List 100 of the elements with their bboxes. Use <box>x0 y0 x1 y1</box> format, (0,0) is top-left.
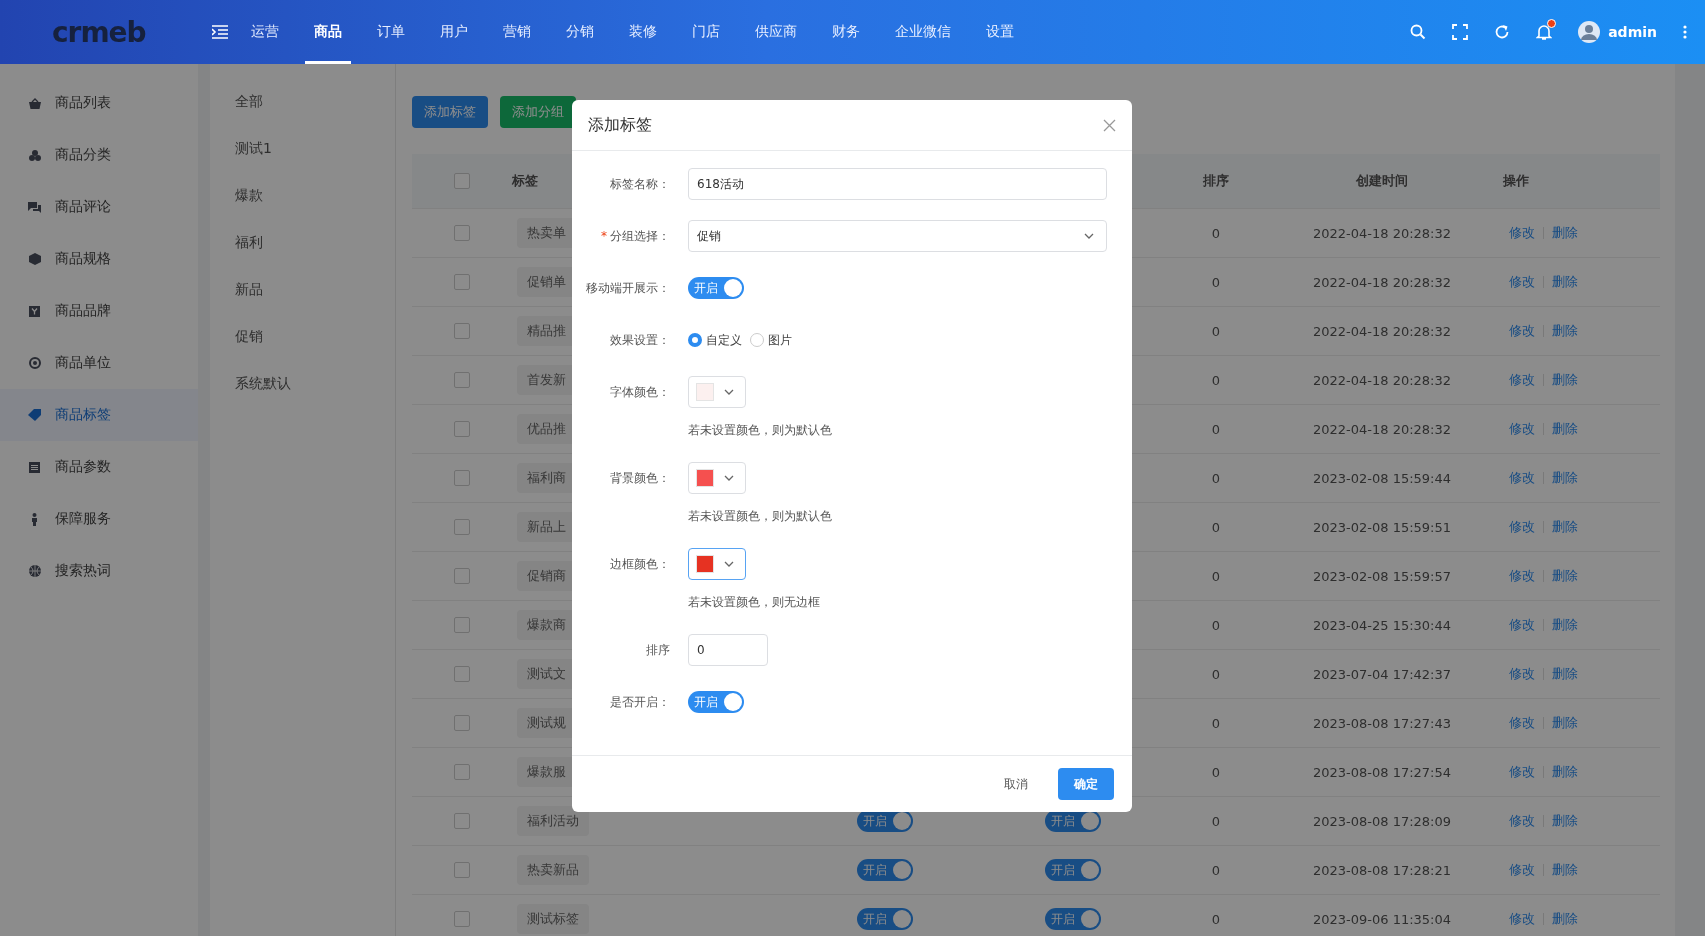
delete-link[interactable]: 删除 <box>1552 616 1578 634</box>
edit-link[interactable]: 修改 <box>1509 910 1535 928</box>
checkbox[interactable] <box>454 911 470 927</box>
delete-link[interactable]: 删除 <box>1552 322 1578 340</box>
nav-tab[interactable]: 订单 <box>368 0 414 64</box>
edit-link[interactable]: 修改 <box>1509 322 1535 340</box>
search-icon[interactable] <box>1410 24 1427 40</box>
toggle-switch[interactable]: 开启 <box>857 908 913 930</box>
sidebar-item[interactable]: 商品分类 <box>0 129 198 181</box>
checkbox[interactable] <box>454 715 470 731</box>
radio-button[interactable] <box>688 333 702 347</box>
color-picker[interactable] <box>688 548 746 580</box>
delete-link[interactable]: 删除 <box>1552 420 1578 438</box>
more-icon[interactable] <box>1683 25 1687 39</box>
checkbox[interactable] <box>454 470 470 486</box>
delete-link[interactable]: 删除 <box>1552 910 1578 928</box>
checkbox[interactable] <box>454 764 470 780</box>
group-item[interactable]: 全部 <box>210 90 263 137</box>
checkbox[interactable] <box>454 421 470 437</box>
toggle-switch[interactable]: 开启 <box>857 859 913 881</box>
select-field[interactable]: 促销 <box>688 220 1107 252</box>
add-button[interactable]: 添加标签 <box>412 96 488 128</box>
checkbox[interactable] <box>454 173 470 189</box>
user-name[interactable]: admin <box>1608 24 1657 40</box>
edit-link[interactable]: 修改 <box>1509 714 1535 732</box>
confirm-button[interactable]: 确定 <box>1058 768 1114 800</box>
delete-link[interactable]: 删除 <box>1552 665 1578 683</box>
checkbox[interactable] <box>454 372 470 388</box>
edit-link[interactable]: 修改 <box>1509 371 1535 389</box>
checkbox[interactable] <box>454 568 470 584</box>
toggle-switch[interactable]: 开启 <box>1045 810 1101 832</box>
nav-tab[interactable]: 财务 <box>823 0 869 64</box>
group-item[interactable]: 系统默认 <box>210 372 291 419</box>
sidebar-item[interactable]: 搜索热词 <box>0 545 198 597</box>
edit-link[interactable]: 修改 <box>1509 567 1535 585</box>
toggle-switch[interactable]: 开启 <box>688 691 744 713</box>
fullscreen-icon[interactable] <box>1452 24 1469 40</box>
edit-link[interactable]: 修改 <box>1509 224 1535 242</box>
menu-icon[interactable] <box>212 25 228 39</box>
sidebar-item[interactable]: 商品单位 <box>0 337 198 389</box>
delete-link[interactable]: 删除 <box>1552 469 1578 487</box>
radio-option[interactable]: 自定义 <box>688 331 742 349</box>
nav-tab[interactable]: 设置 <box>977 0 1023 64</box>
sidebar-item[interactable]: 商品品牌 <box>0 285 198 337</box>
group-item[interactable]: 测试1 <box>210 137 272 184</box>
checkbox[interactable] <box>454 666 470 682</box>
delete-link[interactable]: 删除 <box>1552 224 1578 242</box>
bell-icon[interactable] <box>1536 23 1553 41</box>
toggle-switch[interactable]: 开启 <box>1045 908 1101 930</box>
add-button[interactable]: 添加分组 <box>500 96 576 128</box>
nav-tab[interactable]: 用户 <box>431 0 477 64</box>
sidebar-item[interactable]: 商品评论 <box>0 181 198 233</box>
number-field[interactable]: 0 <box>688 634 768 666</box>
delete-link[interactable]: 删除 <box>1552 812 1578 830</box>
checkbox[interactable] <box>454 519 470 535</box>
edit-link[interactable]: 修改 <box>1509 273 1535 291</box>
close-icon[interactable] <box>1103 118 1116 132</box>
radio-option[interactable]: 图片 <box>750 331 792 349</box>
delete-link[interactable]: 删除 <box>1552 567 1578 585</box>
sidebar-item[interactable]: 商品参数 <box>0 441 198 493</box>
checkbox[interactable] <box>454 862 470 878</box>
delete-link[interactable]: 删除 <box>1552 371 1578 389</box>
toggle-switch[interactable]: 开启 <box>857 810 913 832</box>
checkbox[interactable] <box>454 617 470 633</box>
edit-link[interactable]: 修改 <box>1509 518 1535 536</box>
nav-tab[interactable]: 企业微信 <box>886 0 960 64</box>
group-item[interactable]: 福利 <box>210 231 263 278</box>
nav-tab[interactable]: 分销 <box>557 0 603 64</box>
delete-link[interactable]: 删除 <box>1552 273 1578 291</box>
edit-link[interactable]: 修改 <box>1509 616 1535 634</box>
logo[interactable]: crmeb <box>52 15 144 49</box>
checkbox[interactable] <box>454 225 470 241</box>
refresh-icon[interactable] <box>1494 24 1511 40</box>
group-item[interactable]: 新品 <box>210 278 263 325</box>
nav-tab[interactable]: 供应商 <box>746 0 806 64</box>
group-item[interactable]: 爆款 <box>210 184 263 231</box>
delete-link[interactable]: 删除 <box>1552 714 1578 732</box>
nav-tab[interactable]: 营销 <box>494 0 540 64</box>
nav-tab[interactable]: 门店 <box>683 0 729 64</box>
sidebar-item[interactable]: 商品规格 <box>0 233 198 285</box>
edit-link[interactable]: 修改 <box>1509 812 1535 830</box>
nav-tab[interactable]: 装修 <box>620 0 666 64</box>
sidebar-item[interactable]: 商品标签 <box>0 389 198 441</box>
sidebar-item[interactable]: 商品列表 <box>0 77 198 129</box>
nav-tab[interactable]: 运营 <box>242 0 288 64</box>
radio-button[interactable] <box>750 333 764 347</box>
edit-link[interactable]: 修改 <box>1509 420 1535 438</box>
edit-link[interactable]: 修改 <box>1509 763 1535 781</box>
edit-link[interactable]: 修改 <box>1509 469 1535 487</box>
input-field[interactable]: 618活动 <box>688 168 1107 200</box>
toggle-switch[interactable]: 开启 <box>688 277 744 299</box>
checkbox[interactable] <box>454 813 470 829</box>
delete-link[interactable]: 删除 <box>1552 518 1578 536</box>
delete-link[interactable]: 删除 <box>1552 763 1578 781</box>
edit-link[interactable]: 修改 <box>1509 665 1535 683</box>
checkbox[interactable] <box>454 323 470 339</box>
edit-link[interactable]: 修改 <box>1509 861 1535 879</box>
sidebar-item[interactable]: 保障服务 <box>0 493 198 545</box>
toggle-switch[interactable]: 开启 <box>1045 859 1101 881</box>
group-item[interactable]: 促销 <box>210 325 263 372</box>
